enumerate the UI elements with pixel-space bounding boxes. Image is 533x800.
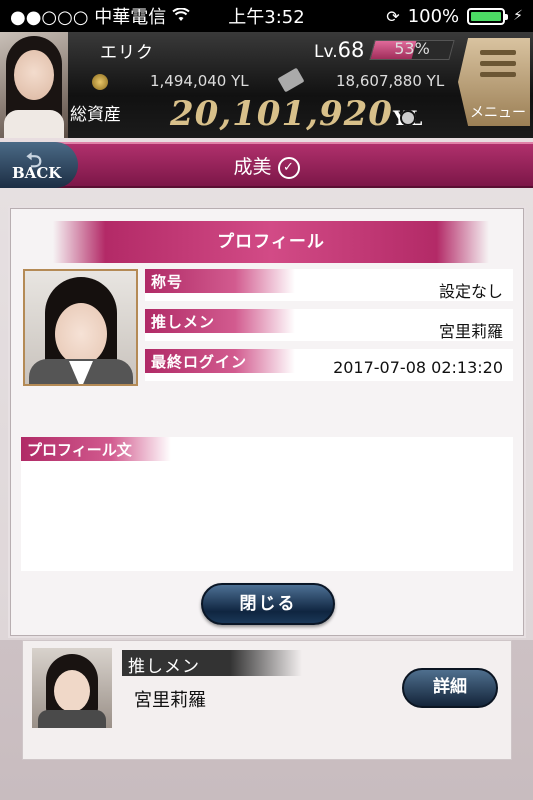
field-value: 2017-07-08 02:13:20 xyxy=(333,358,503,377)
menu-icon xyxy=(480,50,516,83)
level-progress-percent: 53% xyxy=(394,39,430,58)
profile-text-label: プロフィール文 xyxy=(21,437,171,461)
item-icon xyxy=(400,110,416,126)
field-value: 設定なし xyxy=(438,282,503,301)
field-value: 宮里莉羅 xyxy=(438,322,503,341)
detail-button[interactable]: 詳細 xyxy=(402,668,498,708)
status-bar: ●●○○○ 中華電信 上午3:52 ⟳ 100% ⚡ xyxy=(0,0,533,32)
close-button[interactable]: 閉じる xyxy=(201,583,335,625)
modal-title: プロフィール xyxy=(53,221,489,263)
field-label: 最終ログイン xyxy=(145,349,295,373)
player-name: エリク xyxy=(100,43,154,63)
ticket-icon xyxy=(277,67,305,93)
profile-text-box: プロフィール文 xyxy=(21,437,513,571)
checkmark-icon: ✓ xyxy=(277,157,300,179)
profile-modal: プロフィール 称号 設定なし 推しメン 宮里莉羅 最終ログイン 2017-07-… xyxy=(10,208,524,636)
charging-icon: ⚡ xyxy=(513,8,523,24)
oshimen-name: 宮里莉羅 xyxy=(134,690,206,711)
menu-label: メニュー xyxy=(470,105,526,121)
wifi-icon xyxy=(172,6,190,27)
level-value: 68 xyxy=(337,38,365,62)
coin-icon xyxy=(92,74,108,90)
field-label: 称号 xyxy=(145,269,295,293)
battery-icon xyxy=(467,7,509,25)
menu-button[interactable]: メニュー xyxy=(458,38,530,126)
page-title: 成美 ✓ xyxy=(0,152,533,179)
money-amount-2: 18,607,880 YL xyxy=(336,72,445,90)
field-label: 推しメン xyxy=(145,309,295,333)
rotation-lock-icon: ⟳ xyxy=(386,6,400,26)
player-avatar[interactable] xyxy=(0,32,68,138)
oshimen-heading: 推しメン xyxy=(122,650,302,677)
field-last-login: 最終ログイン 2017-07-08 02:13:20 xyxy=(145,349,513,381)
field-oshimen: 推しメン 宮里莉羅 xyxy=(145,309,513,341)
battery-percent: 100% xyxy=(407,5,460,27)
money-amount-1: 1,494,040 YL xyxy=(150,72,249,90)
level-display: Lv.68 xyxy=(314,38,365,62)
player-header: エリク Lv.68 53% 1,494,040 YL 18,607,880 YL… xyxy=(0,32,533,138)
profile-photo xyxy=(23,269,138,386)
carrier-label: ●●○○○ 中華電信 xyxy=(10,7,167,28)
total-assets-label: 総資産 xyxy=(70,105,121,125)
total-assets-value: 20,101,920YL xyxy=(170,94,423,134)
field-title: 称号 設定なし xyxy=(145,269,513,301)
oshimen-avatar xyxy=(32,648,112,728)
